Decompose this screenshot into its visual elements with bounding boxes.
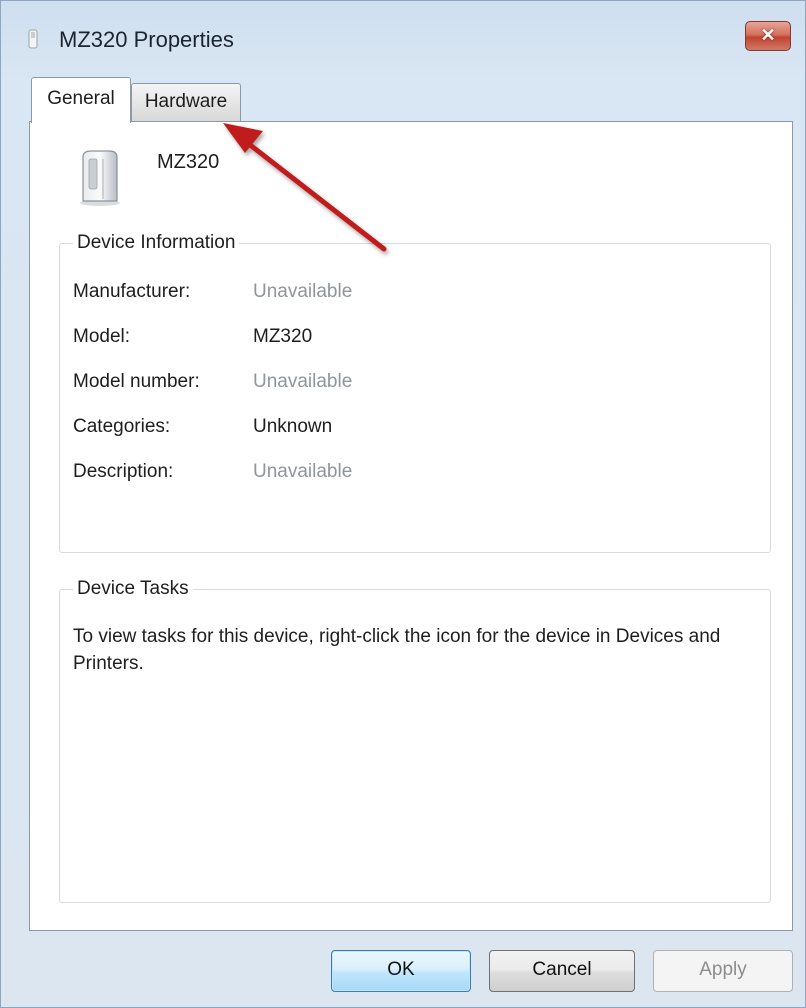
device-tasks-legend: Device Tasks	[73, 578, 193, 600]
manufacturer-label: Manufacturer:	[73, 281, 191, 302]
tab-general[interactable]: General	[31, 77, 131, 123]
close-button[interactable]: ✕	[745, 21, 791, 51]
model-number-value: Unavailable	[253, 371, 353, 392]
device-name: MZ320	[157, 151, 220, 173]
apply-button[interactable]: Apply	[653, 950, 793, 992]
description-value: Unavailable	[253, 461, 353, 482]
tab-hardware[interactable]: Hardware	[131, 83, 241, 121]
properties-window: MZ320 Properties ✕ Hardware General MZ32…	[0, 0, 806, 1008]
categories-label: Categories:	[73, 416, 171, 437]
model-number-label: Model number:	[73, 371, 200, 392]
manufacturer-value: Unavailable	[253, 281, 353, 302]
categories-value: Unknown	[253, 416, 333, 437]
printer-device-icon	[80, 150, 120, 206]
device-tasks-text: To view tasks for this device, right-cli…	[73, 626, 721, 674]
description-label: Description:	[73, 461, 174, 482]
ok-button[interactable]: OK	[331, 950, 471, 992]
device-title-icon	[28, 29, 38, 49]
model-label: Model:	[73, 326, 131, 347]
window-title: MZ320 Properties	[59, 27, 234, 52]
title-bar[interactable]: MZ320 Properties ✕	[1, 1, 805, 79]
cancel-button[interactable]: Cancel	[489, 950, 635, 992]
model-value: MZ320	[253, 326, 313, 347]
device-information-legend: Device Information	[73, 232, 240, 254]
